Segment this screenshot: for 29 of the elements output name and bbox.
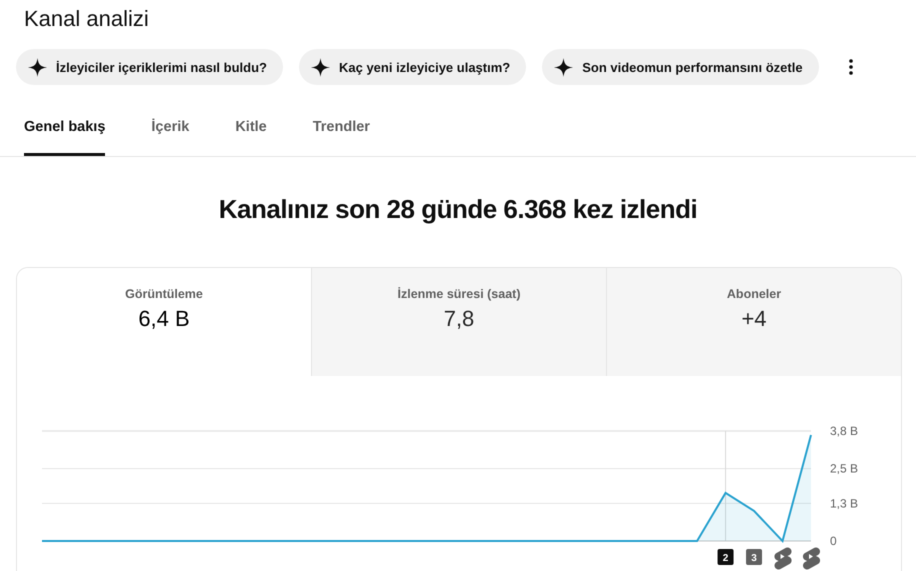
headline: Kanalınız son 28 günde 6.368 kez izlendi <box>218 193 698 226</box>
metric-value: +4 <box>740 305 768 333</box>
metric-label: İzlenme süresi (saat) <box>396 286 522 302</box>
suggestion-chip[interactable]: İzleyiciler içeriklerimi nasıl buldu? <box>16 49 283 85</box>
marker-badge: 2 <box>718 549 734 565</box>
sparkle-icon <box>554 58 574 76</box>
metric-label: Aboneler <box>726 286 782 302</box>
suggestion-chip[interactable]: Kaç yeni izleyiciye ulaştım? <box>298 49 526 85</box>
metric-tab[interactable]: Aboneler +4 <box>606 268 901 376</box>
axis-tick-label: 3,8 B <box>830 424 858 438</box>
metric-value: 6,4 B <box>137 305 191 333</box>
axis-tick-label: 1,3 B <box>830 496 858 510</box>
suggestion-chip[interactable]: Son videomun performansını özetle <box>542 49 819 85</box>
metric-label: Görüntüleme <box>124 286 204 302</box>
page-title: Kanal analizi <box>23 5 150 33</box>
tab[interactable]: Genel bakış <box>24 115 106 156</box>
marker-badge: 3 <box>746 549 762 565</box>
sparkle-icon <box>310 58 330 76</box>
metric-value: 7,8 <box>442 305 476 333</box>
tab[interactable]: Kitle <box>235 115 267 156</box>
shorts-icon <box>774 547 792 570</box>
tab[interactable]: İçerik <box>151 115 190 156</box>
axis-tick-label: 2,5 B <box>830 462 858 476</box>
tab[interactable]: Trendler <box>312 115 370 156</box>
axis-tick-label: 0 <box>830 534 837 548</box>
shorts-icon <box>802 547 820 570</box>
sparkle-icon <box>28 58 47 76</box>
metric-tab[interactable]: İzlenme süresi (saat) 7,8 <box>311 268 606 376</box>
more-vertical-icon <box>848 59 853 75</box>
